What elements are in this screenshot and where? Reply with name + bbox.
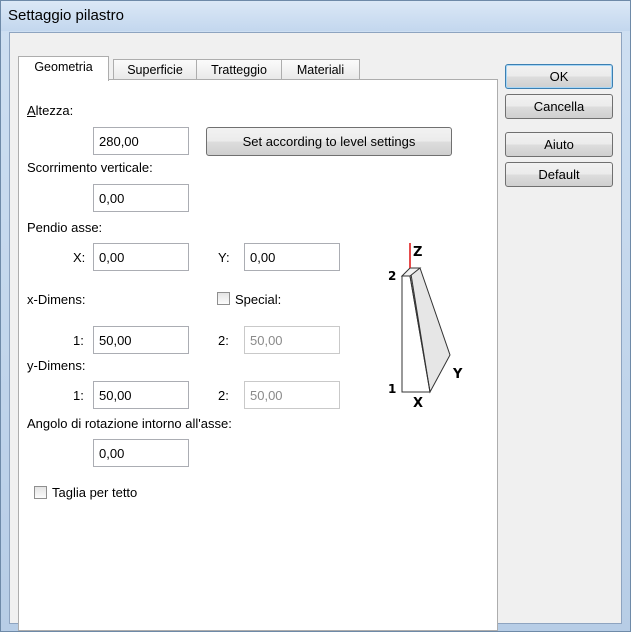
pendio-y-input[interactable]: 0,00 [244,243,340,271]
y-dimens-1-label: 1: [73,388,84,403]
x-axis-label: X [413,396,423,411]
tab-superficie[interactable]: Superficie [113,59,197,80]
tab-materiali[interactable]: Materiali [281,59,360,80]
column-axis-diagram: Z 2 1 X Y [388,243,463,411]
tab-geometria[interactable]: Geometria [18,56,109,81]
x-dimens-1-label: 1: [73,333,84,348]
altezza-input[interactable]: 280,00 [93,127,189,155]
cancel-button[interactable]: Cancella [505,94,613,119]
ok-button[interactable]: OK [505,64,613,89]
pendio-x-label: X: [73,250,86,265]
tab-label: Superficie [127,63,183,77]
tab-tratteggio[interactable]: Tratteggio [196,59,282,80]
scorrimento-input[interactable]: 0,00 [93,184,189,212]
taglia-per-tetto-checkbox[interactable] [34,486,47,499]
help-button[interactable]: Aiuto [505,132,613,157]
taglia-per-tetto-label: Taglia per tetto [52,485,138,500]
title-bar[interactable]: Settaggio pilastro [1,1,630,31]
altezza-label: Altezza: [27,103,74,118]
scorrimento-label: Scorrimento verticale: [27,160,153,175]
x-dimens-label: x-Dimens: [27,292,86,307]
tab-label: Geometria [34,60,93,74]
y-axis-label: Y [452,367,463,382]
point-2-label: 2 [388,269,396,283]
y-dimens-label: y-Dimens: [27,358,86,373]
pendio-y-label: Y: [218,250,230,265]
y-dimens-2-input: 50,00 [244,381,340,409]
angolo-label: Angolo di rotazione intorno all'asse: [27,416,232,431]
angolo-input[interactable]: 0,00 [93,439,189,467]
pendio-label: Pendio asse: [27,220,103,235]
y-dimens-1-input[interactable]: 50,00 [93,381,189,409]
z-axis-label: Z [413,245,422,260]
y-dimens-2-label: 2: [218,388,229,403]
dialog-window: Settaggio pilastro Geometria Superficie … [0,0,631,632]
x-dimens-2-input: 50,00 [244,326,340,354]
x-dimens-1-input[interactable]: 50,00 [93,326,189,354]
window-title: Settaggio pilastro [8,7,124,24]
dialog-client-area: Geometria Superficie Tratteggio Material… [9,32,622,631]
x-dimens-2-label: 2: [218,333,229,348]
default-button[interactable]: Default [505,162,613,187]
special-checkbox[interactable] [217,292,230,305]
special-label: Special: [235,292,282,307]
set-level-settings-button[interactable]: Set according to level settings [206,127,452,156]
tab-label: Materiali [296,63,345,77]
geometria-panel: Altezza: 280,00 Set according to level s… [18,79,498,631]
tab-label: Tratteggio [211,63,267,77]
pendio-x-input[interactable]: 0,00 [93,243,189,271]
point-1-label: 1 [388,382,396,396]
